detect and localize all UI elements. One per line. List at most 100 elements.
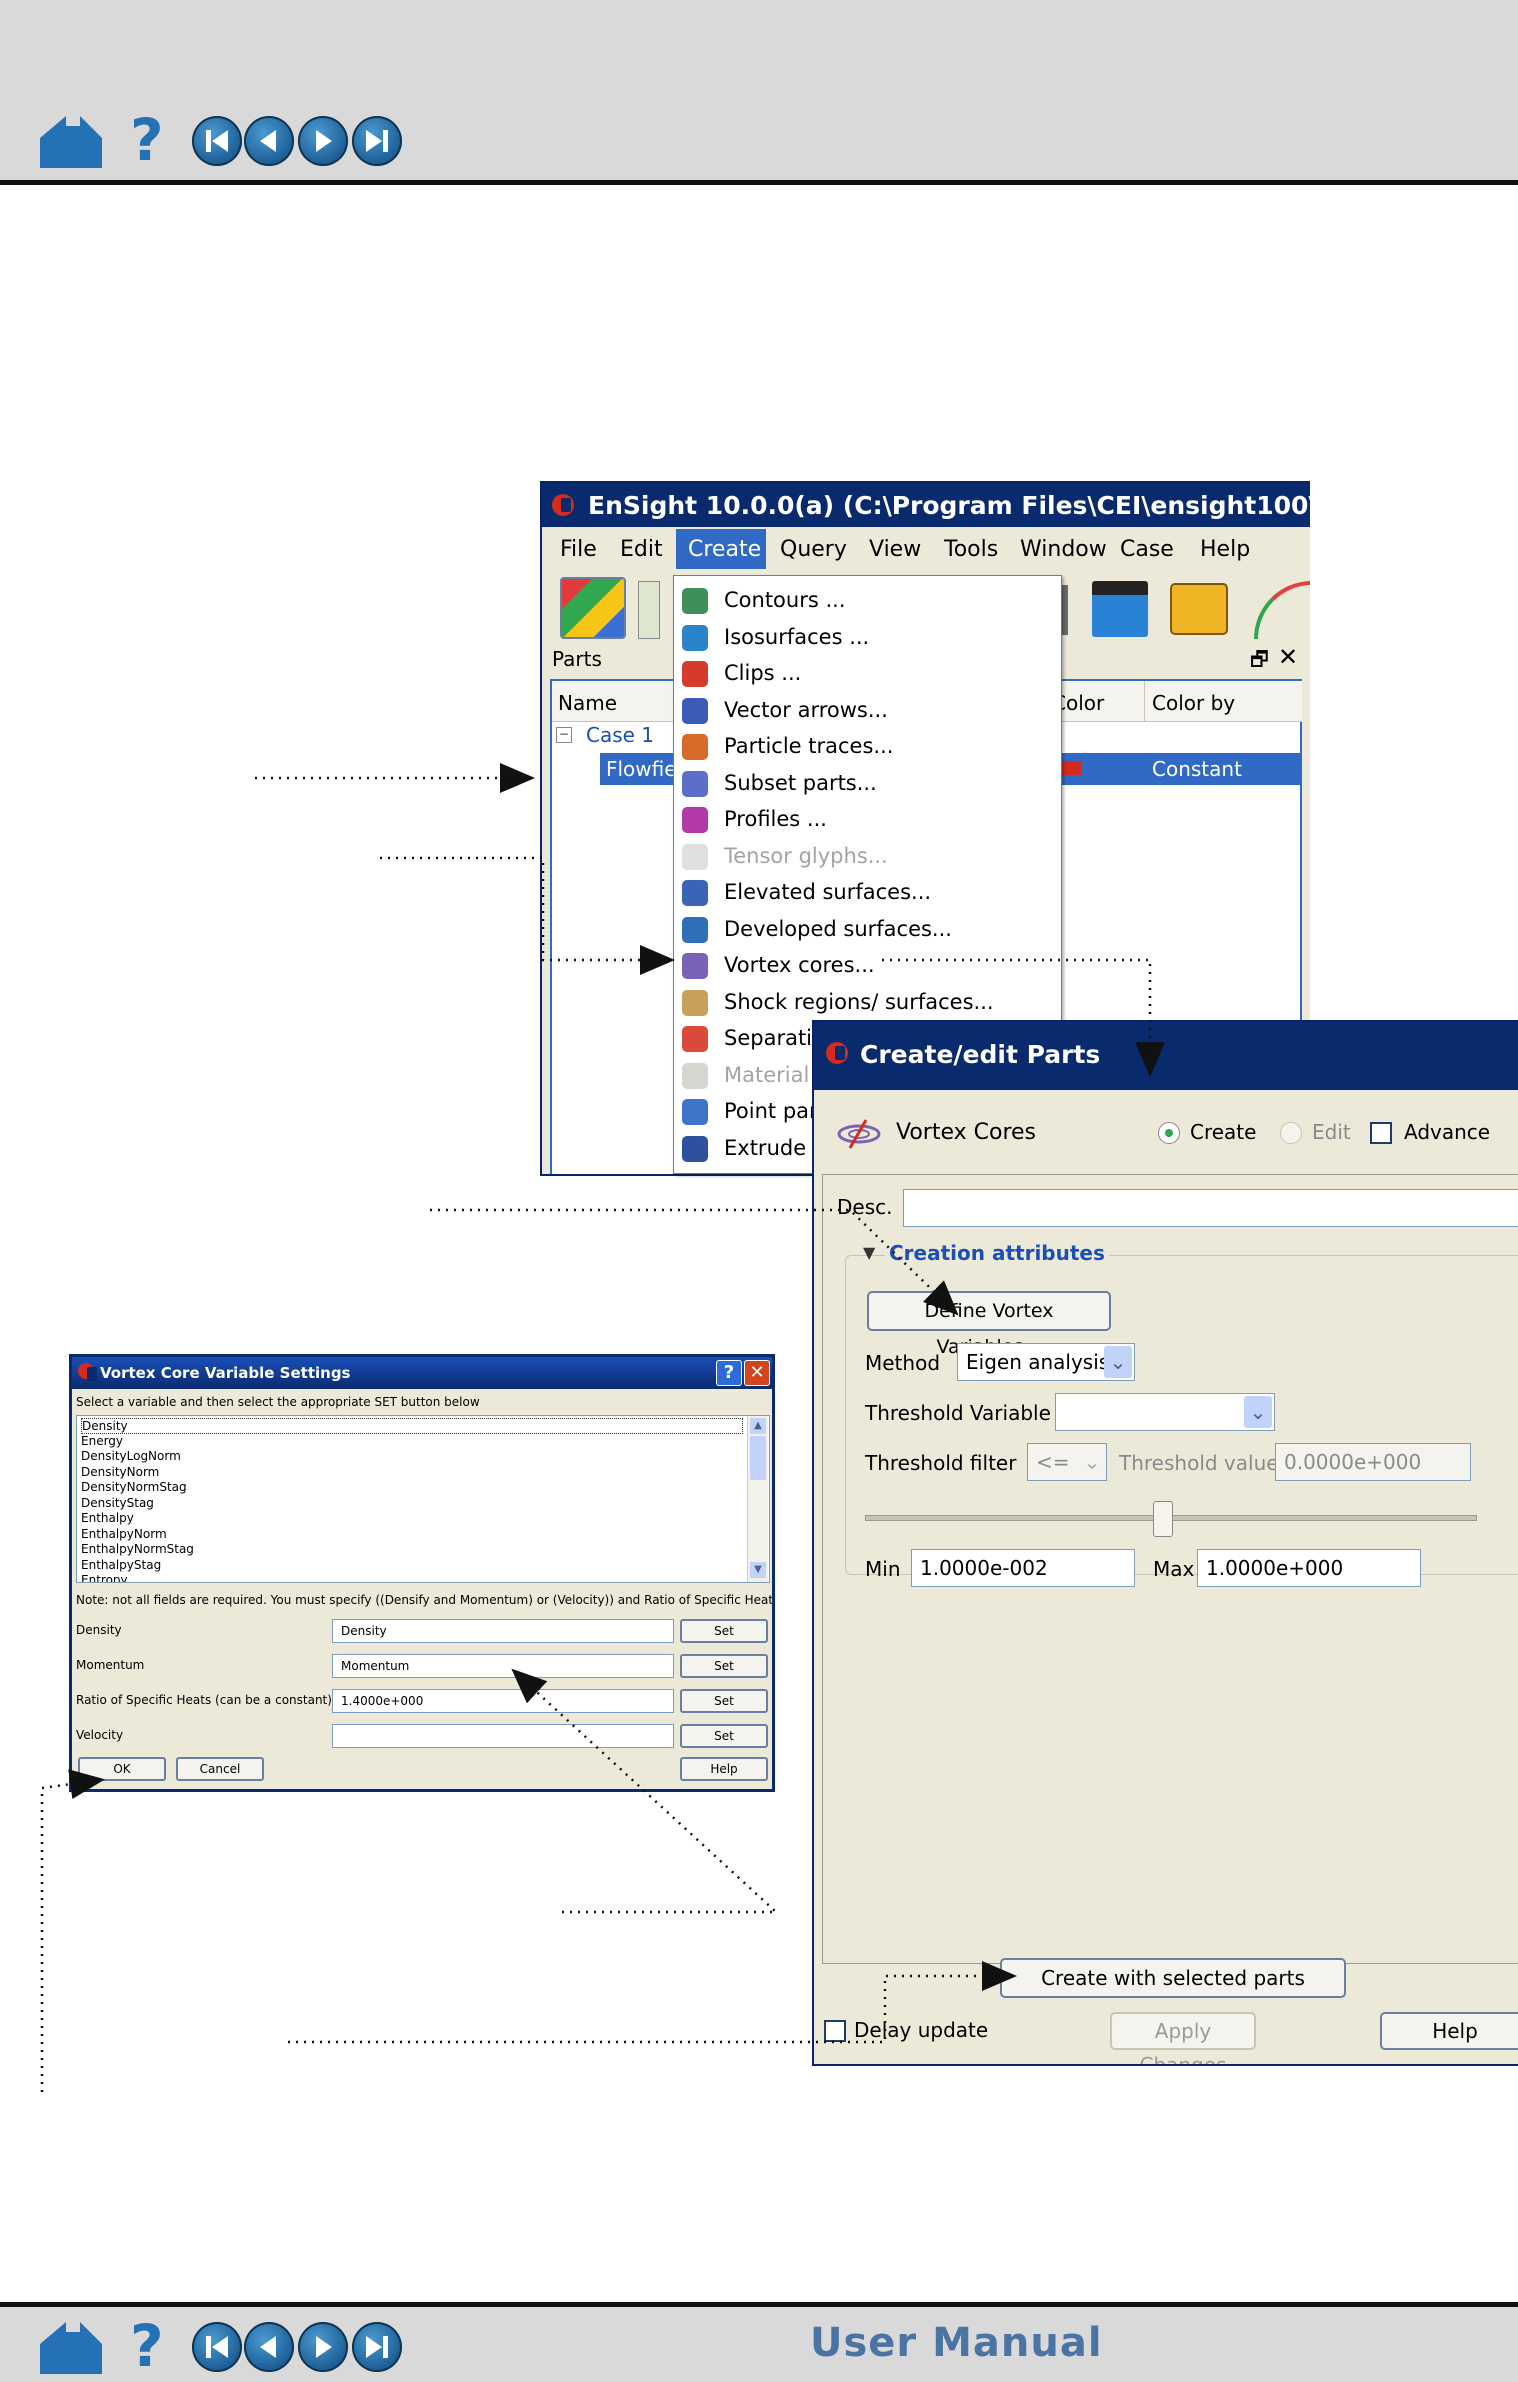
create-menu-item[interactable]: Isosurfaces ... [674, 619, 1054, 655]
create-menu-item[interactable]: Vortex cores... [674, 947, 1054, 983]
vortex-row-field[interactable]: 1.4000e+000 [332, 1689, 674, 1713]
previous-page-icon[interactable] [244, 116, 294, 166]
advanced-label[interactable]: Advance [1404, 1120, 1490, 1144]
calculator-icon[interactable] [638, 581, 660, 639]
last-page-icon[interactable] [352, 116, 402, 166]
help-icon[interactable]: ? [130, 2316, 164, 2376]
menu-window[interactable]: Window [1020, 537, 1107, 562]
menu-file[interactable]: File [560, 537, 597, 562]
cancel-button[interactable]: Cancel [176, 1757, 264, 1781]
variable-list-item[interactable]: DensityNorm [81, 1465, 741, 1479]
previous-page-icon[interactable] [244, 2322, 294, 2372]
last-page-icon[interactable] [352, 2322, 402, 2372]
threshold-variable-dropdown-icon[interactable]: ⌄ [1244, 1396, 1272, 1428]
toolbox-icon[interactable] [1170, 583, 1228, 635]
vortex-row-field[interactable]: Momentum [332, 1654, 674, 1678]
min-input[interactable]: 1.0000e-002 [911, 1549, 1135, 1587]
menu-case[interactable]: Case [1120, 537, 1174, 562]
delay-update-label[interactable]: Delay update [854, 2018, 988, 2042]
variable-list-item[interactable]: Energy [81, 1434, 741, 1448]
scroll-thumb[interactable] [750, 1436, 766, 1480]
method-dropdown-icon[interactable]: ⌄ [1104, 1346, 1132, 1378]
menu-create[interactable]: Create [688, 537, 761, 562]
radio-create-label[interactable]: Create [1190, 1120, 1256, 1144]
variable-list-item[interactable]: Entropy [81, 1573, 741, 1582]
create-menu-item[interactable]: Subset parts... [674, 765, 1054, 801]
create-with-selected-parts-button[interactable]: Create with selected parts [1000, 1958, 1346, 1998]
vortex-row-field[interactable]: Density [332, 1619, 674, 1643]
threshold-slider-thumb[interactable] [1153, 1501, 1173, 1537]
tree-part-name[interactable]: Flowfiel [606, 757, 682, 781]
first-page-icon[interactable] [192, 116, 242, 166]
threshold-filter-dropdown-icon[interactable]: ⌄ [1080, 1446, 1104, 1478]
scroll-down-icon[interactable]: ▼ [750, 1562, 766, 1578]
delay-update-checkbox[interactable] [824, 2020, 846, 2042]
next-page-icon[interactable] [298, 116, 348, 166]
home-icon[interactable] [36, 112, 106, 172]
help-icon[interactable]: ? [130, 110, 164, 170]
apply-changes-button[interactable]: Apply Changes [1110, 2012, 1256, 2064]
menu-query[interactable]: Query [780, 537, 847, 562]
max-input[interactable]: 1.0000e+000 [1197, 1549, 1421, 1587]
vortex-row-set-button[interactable]: Set [680, 1689, 768, 1713]
variable-list-item[interactable]: Density [81, 1418, 743, 1434]
vortex-row-set-button[interactable]: Set [680, 1654, 768, 1678]
threshold-value-field[interactable]: 0.0000e+000 [1275, 1443, 1471, 1481]
variable-list-item[interactable]: Enthalpy [81, 1511, 741, 1525]
vortex-row-set-button[interactable]: Set [680, 1724, 768, 1748]
create-menu-item[interactable]: Developed surfaces... [674, 911, 1054, 947]
menu-edit[interactable]: Edit [620, 537, 663, 562]
rainbow-icon[interactable] [1254, 581, 1310, 639]
variable-list-scrollbar[interactable]: ▲ ▼ [747, 1416, 768, 1582]
threshold-filter-select[interactable]: <= ⌄ [1027, 1443, 1107, 1481]
scroll-up-icon[interactable]: ▲ [750, 1418, 766, 1434]
next-page-icon[interactable] [298, 2322, 348, 2372]
define-vortex-variables-button[interactable]: Define Vortex Variables... [867, 1291, 1111, 1358]
create-menu-item[interactable]: Profiles ... [674, 801, 1054, 837]
radio-create[interactable] [1158, 1122, 1180, 1144]
close-icon[interactable]: ✕ [1278, 643, 1298, 671]
threshold-variable-select[interactable]: ⌄ [1055, 1393, 1275, 1431]
radio-edit[interactable] [1280, 1122, 1302, 1144]
advanced-checkbox[interactable] [1370, 1122, 1392, 1144]
variable-list[interactable]: Density Energy DensityLogNorm DensityNorm De… [76, 1415, 770, 1583]
vortex-help-button[interactable]: Help [680, 1757, 768, 1781]
collapse-triangle-icon[interactable]: ▼ [863, 1243, 875, 1262]
clapboard-icon[interactable] [1092, 581, 1148, 637]
undock-icon[interactable]: 🗗 [1250, 645, 1269, 679]
dialog-close-icon[interactable]: ✕ [744, 1360, 770, 1386]
column-color-by[interactable]: Color by [1152, 691, 1235, 715]
create-menu-item[interactable]: Particle traces... [674, 728, 1054, 764]
method-select[interactable]: Eigen analysis ⌄ [957, 1343, 1135, 1381]
tree-case[interactable]: Case 1 [586, 723, 654, 747]
tree-collapse-icon[interactable]: − [556, 727, 572, 743]
variable-list-item[interactable]: DensityLogNorm [81, 1449, 741, 1463]
variable-list-item[interactable]: DensityNormStag [81, 1480, 741, 1494]
create-menu-item[interactable]: Shock regions/ surfaces... [674, 984, 1054, 1020]
variable-list-item[interactable]: EnthalpyStag [81, 1558, 741, 1572]
vortex-row-set-button[interactable]: Set [680, 1619, 768, 1643]
variable-list-item[interactable]: DensityStag [81, 1496, 741, 1510]
extrude-icon [682, 1135, 708, 1162]
variable-list-item[interactable]: EnthalpyNormStag [81, 1542, 741, 1556]
variable-list-item[interactable]: EnthalpyNorm [81, 1527, 741, 1541]
menu-tools[interactable]: Tools [944, 537, 998, 562]
create-menu-item[interactable]: Elevated surfaces... [674, 874, 1054, 910]
part-color-swatch[interactable] [1062, 761, 1082, 775]
radio-edit-label[interactable]: Edit [1312, 1120, 1351, 1144]
create-menu-item[interactable]: Contours ... [674, 582, 1054, 618]
dialog-help-icon[interactable]: ? [716, 1360, 742, 1386]
column-name[interactable]: Name [558, 691, 617, 715]
part-color-by[interactable]: Constant [1152, 757, 1242, 781]
desc-input[interactable] [903, 1189, 1518, 1227]
menu-view[interactable]: View [869, 537, 921, 562]
create-menu-item[interactable]: Vector arrows... [674, 692, 1054, 728]
help-button[interactable]: Help [1380, 2012, 1518, 2050]
menu-help[interactable]: Help [1200, 537, 1250, 562]
home-icon[interactable] [36, 2318, 106, 2378]
create-menu-item[interactable]: Clips ... [674, 655, 1054, 691]
vortex-row-field[interactable] [332, 1724, 674, 1748]
first-page-icon[interactable] [192, 2322, 242, 2372]
parts-puzzle-icon[interactable] [560, 577, 626, 639]
ok-button[interactable]: OK [78, 1757, 166, 1781]
